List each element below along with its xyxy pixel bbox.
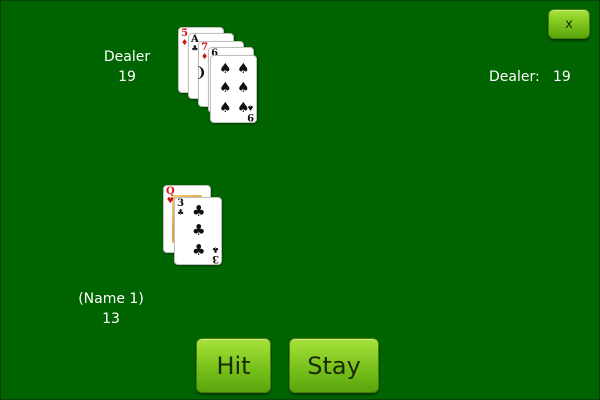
player-name: (Name 1) xyxy=(78,291,144,307)
dealer-label: Dealer xyxy=(103,49,151,65)
spade-pip-icon: ♠ xyxy=(219,80,232,96)
player-card-top: 3 ♣ ♣ ♣ ♣ 3 ♣ xyxy=(174,197,222,265)
club-pip-icon: ♣ xyxy=(192,202,206,220)
status-dealer-value: 19 xyxy=(553,69,571,85)
club-pip-icon: ♣ xyxy=(192,241,206,259)
card-corner-bottom: 3 ♣ xyxy=(211,245,219,264)
spade-pip-icon: ♠ xyxy=(219,61,232,77)
dealer-score: 19 xyxy=(118,69,136,85)
close-button[interactable]: x xyxy=(548,9,590,39)
player-score: 13 xyxy=(102,311,120,327)
game-table: Dealer 19 Dealer: 19 x 5♦ A♣ 7♦ ❩ 6♠ xyxy=(0,0,600,400)
hit-button[interactable]: Hit xyxy=(196,338,271,393)
club-pip-icon: ♣ xyxy=(192,221,206,239)
spade-pip-icon: ♠ xyxy=(237,80,250,96)
close-icon: x xyxy=(565,16,573,32)
status-dealer-label: Dealer: xyxy=(489,69,540,85)
dealer-card-top: ♠ ♠ ♠ ♠ ♠ ♠ 9 ♠ xyxy=(210,55,257,123)
spade-pip-icon: ♠ xyxy=(219,100,232,116)
spade-pip-icon: ❩ xyxy=(195,65,207,81)
stay-button[interactable]: Stay xyxy=(289,338,379,393)
card-corner: 3 ♣ xyxy=(177,198,185,217)
card-corner-bottom: 9 ♠ xyxy=(246,103,254,122)
spade-pip-icon: ♠ xyxy=(237,61,250,77)
